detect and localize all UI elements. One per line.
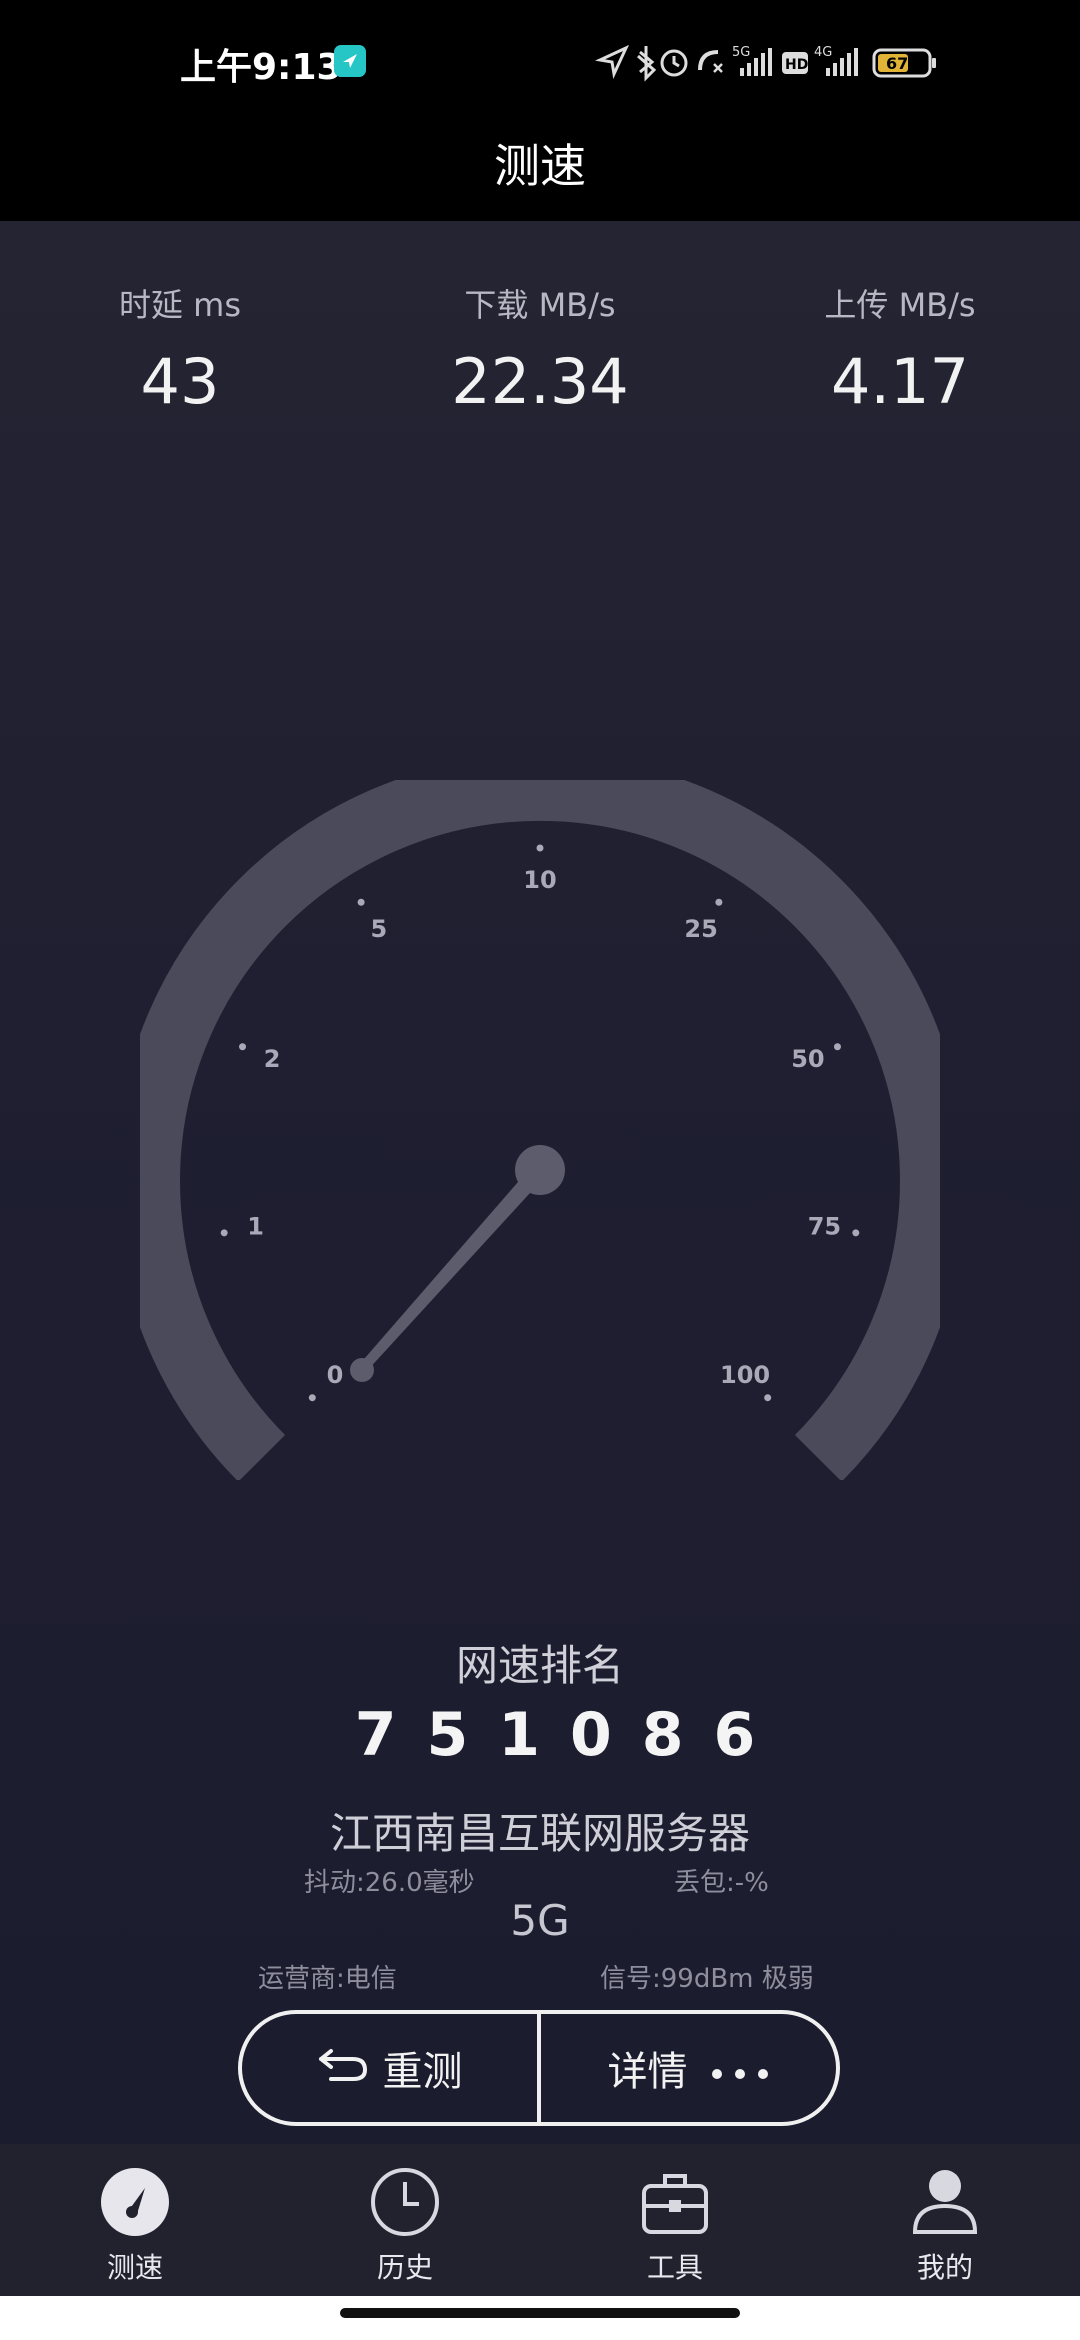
upload-label: 上传 MB/s bbox=[824, 286, 976, 324]
network-type: 5G bbox=[510, 1896, 570, 1945]
action-buttons: 重测 详情 bbox=[238, 2010, 840, 2126]
download-value: 22.34 bbox=[451, 345, 629, 418]
tab-history[interactable]: 历史 bbox=[270, 2144, 540, 2296]
signal-5g-icon: 5G bbox=[732, 45, 772, 76]
details-label: 详情 bbox=[607, 2049, 688, 2095]
location-icon bbox=[594, 44, 630, 80]
signal-4g-icon: 4G bbox=[814, 45, 858, 76]
gauge-tick-label: 10 bbox=[523, 866, 556, 894]
latency-value: 43 bbox=[140, 345, 220, 418]
rank-value: 751086 bbox=[354, 1700, 786, 1770]
call-blocked-icon bbox=[698, 50, 723, 73]
gauge-tick-label: 100 bbox=[720, 1361, 770, 1389]
gesture-bar bbox=[0, 2296, 1080, 2340]
tab-label: 测速 bbox=[106, 2251, 163, 2284]
bottom-tab-bar: 测速 历史 工具 我的 bbox=[0, 2144, 1080, 2296]
bluetooth-icon bbox=[637, 46, 657, 82]
tab-label: 我的 bbox=[916, 2251, 973, 2284]
svg-text:4G: 4G bbox=[814, 45, 832, 60]
tab-profile[interactable]: 我的 bbox=[810, 2144, 1080, 2296]
gauge-needle bbox=[350, 1145, 565, 1382]
tab-label: 历史 bbox=[376, 2251, 433, 2284]
gauge-tick-label: 25 bbox=[684, 915, 717, 943]
packet-loss-text: 丢包:-% bbox=[674, 1868, 769, 1898]
tab-tools[interactable]: 工具 bbox=[540, 2144, 810, 2296]
retest-button[interactable]: 重测 bbox=[242, 2014, 537, 2122]
gauge-tick-dot bbox=[764, 1394, 772, 1402]
alarm-icon bbox=[660, 49, 688, 77]
gauge-tick-dot bbox=[536, 844, 544, 852]
gauge-tick-label: 5 bbox=[371, 915, 388, 943]
more-icon bbox=[710, 2045, 770, 2091]
toolbox-icon bbox=[639, 2166, 711, 2242]
home-indicator[interactable] bbox=[340, 2308, 740, 2318]
svg-text:67: 67 bbox=[886, 54, 908, 73]
user-icon bbox=[909, 2166, 981, 2242]
svg-text:5G: 5G bbox=[732, 45, 750, 60]
status-bar: 上午9:13 5G HD 4G 67 bbox=[0, 0, 1080, 125]
gauge-tick-dot bbox=[833, 1043, 841, 1051]
clock-icon bbox=[369, 2166, 441, 2242]
title-bar: 测速 bbox=[0, 125, 1080, 221]
hd-icon: HD bbox=[782, 52, 808, 74]
tab-label: 工具 bbox=[646, 2251, 703, 2284]
details-button[interactable]: 详情 bbox=[541, 2014, 836, 2122]
svg-text:HD: HD bbox=[785, 57, 808, 73]
gauge-tick-label: 2 bbox=[264, 1045, 281, 1073]
gauge-tick-dot bbox=[308, 1394, 316, 1402]
tab-speed-test[interactable]: 测速 bbox=[0, 2144, 270, 2296]
gauge-tick-dot bbox=[357, 898, 365, 906]
status-time: 上午9:13 bbox=[180, 47, 342, 88]
gauge-tick-dot bbox=[220, 1229, 228, 1237]
gauge-tick-label: 1 bbox=[247, 1213, 264, 1241]
navigation-app-icon bbox=[334, 45, 366, 77]
retest-label: 重测 bbox=[382, 2049, 463, 2095]
page-title: 测速 bbox=[494, 139, 586, 193]
gauge-ticks: 012510255075100 bbox=[220, 844, 860, 1402]
server-name: 江西南昌互联网服务器 bbox=[329, 1809, 750, 1858]
gauge-tick-dot bbox=[715, 898, 723, 906]
status-icons: 5G HD 4G 67 bbox=[590, 38, 1030, 86]
gauge-tick-label: 75 bbox=[808, 1213, 841, 1241]
gauge-tick-dot bbox=[852, 1229, 860, 1237]
signal-text: 信号:99dBm 极弱 bbox=[600, 1964, 814, 1994]
undo-icon bbox=[317, 2043, 369, 2093]
gauge-tick-label: 0 bbox=[327, 1361, 344, 1389]
battery-icon: 67 bbox=[872, 48, 936, 78]
speedometer-icon bbox=[99, 2166, 171, 2242]
latency-label: 时延 ms bbox=[118, 286, 242, 324]
gauge-tick-dot bbox=[239, 1043, 247, 1051]
jitter-text: 抖动:26.0毫秒 bbox=[304, 1868, 475, 1898]
rank-title: 网速排名 bbox=[455, 1641, 624, 1690]
gauge-tick-label: 50 bbox=[791, 1045, 824, 1073]
download-label: 下载 MB/s bbox=[464, 286, 616, 324]
speed-gauge: 012510255075100 bbox=[140, 780, 940, 1480]
carrier-text: 运营商:电信 bbox=[258, 1964, 397, 1994]
upload-value: 4.17 bbox=[830, 345, 970, 418]
